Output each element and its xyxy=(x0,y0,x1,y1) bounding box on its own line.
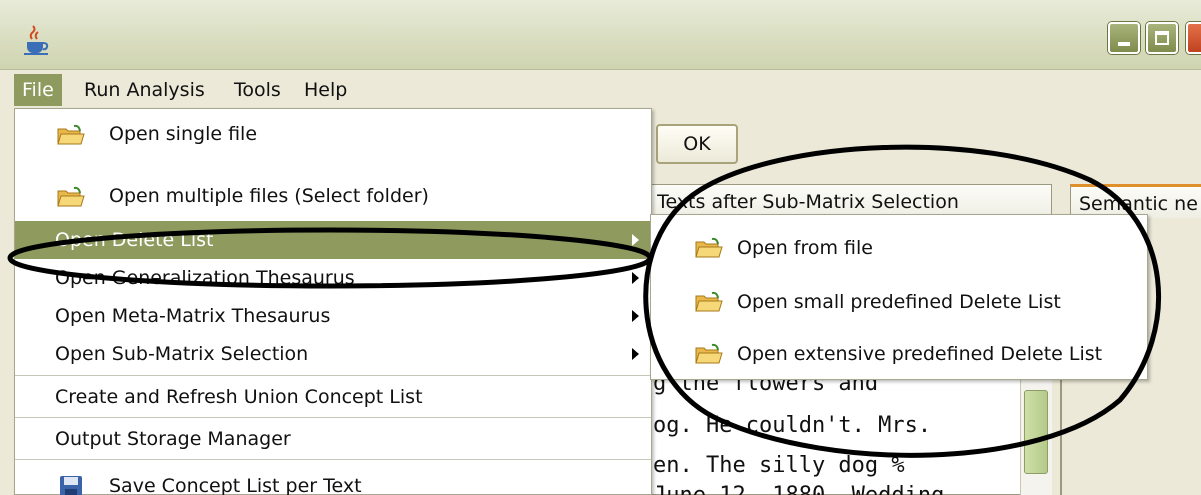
scroll-thumb[interactable] xyxy=(1024,390,1048,474)
submenu-arrow-icon xyxy=(632,310,639,322)
menu-item-create-refresh-union[interactable]: Create and Refresh Union Concept List xyxy=(15,377,651,417)
folder-open-icon xyxy=(695,343,723,364)
menu-item-label: Save Concept List per Text xyxy=(109,475,362,495)
menu-item-label: Open multiple files (Select folder) xyxy=(109,185,429,207)
menu-item-label: Output Storage Manager xyxy=(55,428,291,450)
text-line: og. He couldn't. Mrs. xyxy=(653,413,932,438)
maximize-button[interactable] xyxy=(1146,22,1178,54)
title-bar xyxy=(0,0,1201,70)
menu-run-analysis[interactable]: Run Analysis xyxy=(76,74,213,106)
menu-separator xyxy=(15,417,651,418)
submenu-item-label: Open small predefined Delete List xyxy=(737,291,1061,313)
text-line: June 12, 1880. Wedding xyxy=(653,483,944,495)
folder-open-icon xyxy=(57,124,85,145)
menu-item-label: Open Meta-Matrix Thesaurus xyxy=(55,305,331,327)
menu-file[interactable]: File xyxy=(14,74,62,106)
menu-item-label: Open Generalization Thesaurus xyxy=(55,267,355,289)
submenu-item-label: Open extensive predefined Delete List xyxy=(737,343,1103,365)
menu-bar: File Run Analysis Tools Help xyxy=(0,70,1201,108)
submenu-arrow-icon xyxy=(632,272,639,284)
menu-item-open-multiple-files[interactable]: Open multiple files (Select folder) xyxy=(15,171,651,221)
tab-semantic-network[interactable]: Semantic ne xyxy=(1070,184,1201,218)
minimize-button[interactable] xyxy=(1108,22,1140,54)
menu-item-open-generalization-thesaurus[interactable]: Open Generalization Thesaurus xyxy=(15,259,651,297)
menu-item-label: Create and Refresh Union Concept List xyxy=(55,386,423,408)
folder-open-icon xyxy=(695,237,723,258)
file-menu: Open single file Open multiple files (Se… xyxy=(14,108,652,495)
submenu-arrow-icon xyxy=(632,348,639,360)
menu-item-output-storage-manager[interactable]: Output Storage Manager xyxy=(15,419,651,459)
submenu-arrow-icon xyxy=(632,234,639,246)
menu-item-save-concept-list[interactable]: Save Concept List per Text xyxy=(15,461,651,495)
maximize-icon xyxy=(1155,31,1169,45)
folder-open-icon xyxy=(695,291,723,312)
menu-separator xyxy=(15,459,651,460)
menu-item-label: Open Sub-Matrix Selection xyxy=(55,343,309,365)
delete-list-submenu: Open from file Open small predefined Del… xyxy=(650,214,1148,380)
menu-help[interactable]: Help xyxy=(296,74,355,106)
submenu-item-open-from-file[interactable]: Open from file xyxy=(651,223,1147,273)
menu-separator xyxy=(15,375,651,376)
vertical-scrollbar[interactable] xyxy=(1020,372,1052,495)
menu-item-open-meta-matrix-thesaurus[interactable]: Open Meta-Matrix Thesaurus xyxy=(15,297,651,335)
ok-button[interactable]: OK xyxy=(656,124,738,164)
minimize-icon xyxy=(1118,42,1130,46)
text-line: en. The silly dog % xyxy=(653,453,905,478)
menu-item-open-single-file[interactable]: Open single file xyxy=(15,109,651,159)
submenu-item-label: Open from file xyxy=(737,237,873,259)
submenu-item-open-small-predefined[interactable]: Open small predefined Delete List xyxy=(651,277,1147,327)
menu-item-label: Open Delete List xyxy=(55,229,214,251)
close-button[interactable] xyxy=(1186,22,1201,54)
tab-texts-after-sub-matrix[interactable]: . Texts after Sub-Matrix Selection xyxy=(636,184,1052,218)
submenu-item-open-extensive-predefined[interactable]: Open extensive predefined Delete List xyxy=(651,329,1147,379)
menu-item-open-sub-matrix-selection[interactable]: Open Sub-Matrix Selection xyxy=(15,335,651,373)
java-coffee-cup-icon[interactable] xyxy=(20,25,52,57)
menu-item-open-delete-list[interactable]: Open Delete List xyxy=(15,221,651,259)
menu-item-label: Open single file xyxy=(109,123,258,145)
folder-open-icon xyxy=(57,186,85,207)
floppy-disk-icon xyxy=(60,476,82,495)
menu-tools[interactable]: Tools xyxy=(226,74,289,106)
